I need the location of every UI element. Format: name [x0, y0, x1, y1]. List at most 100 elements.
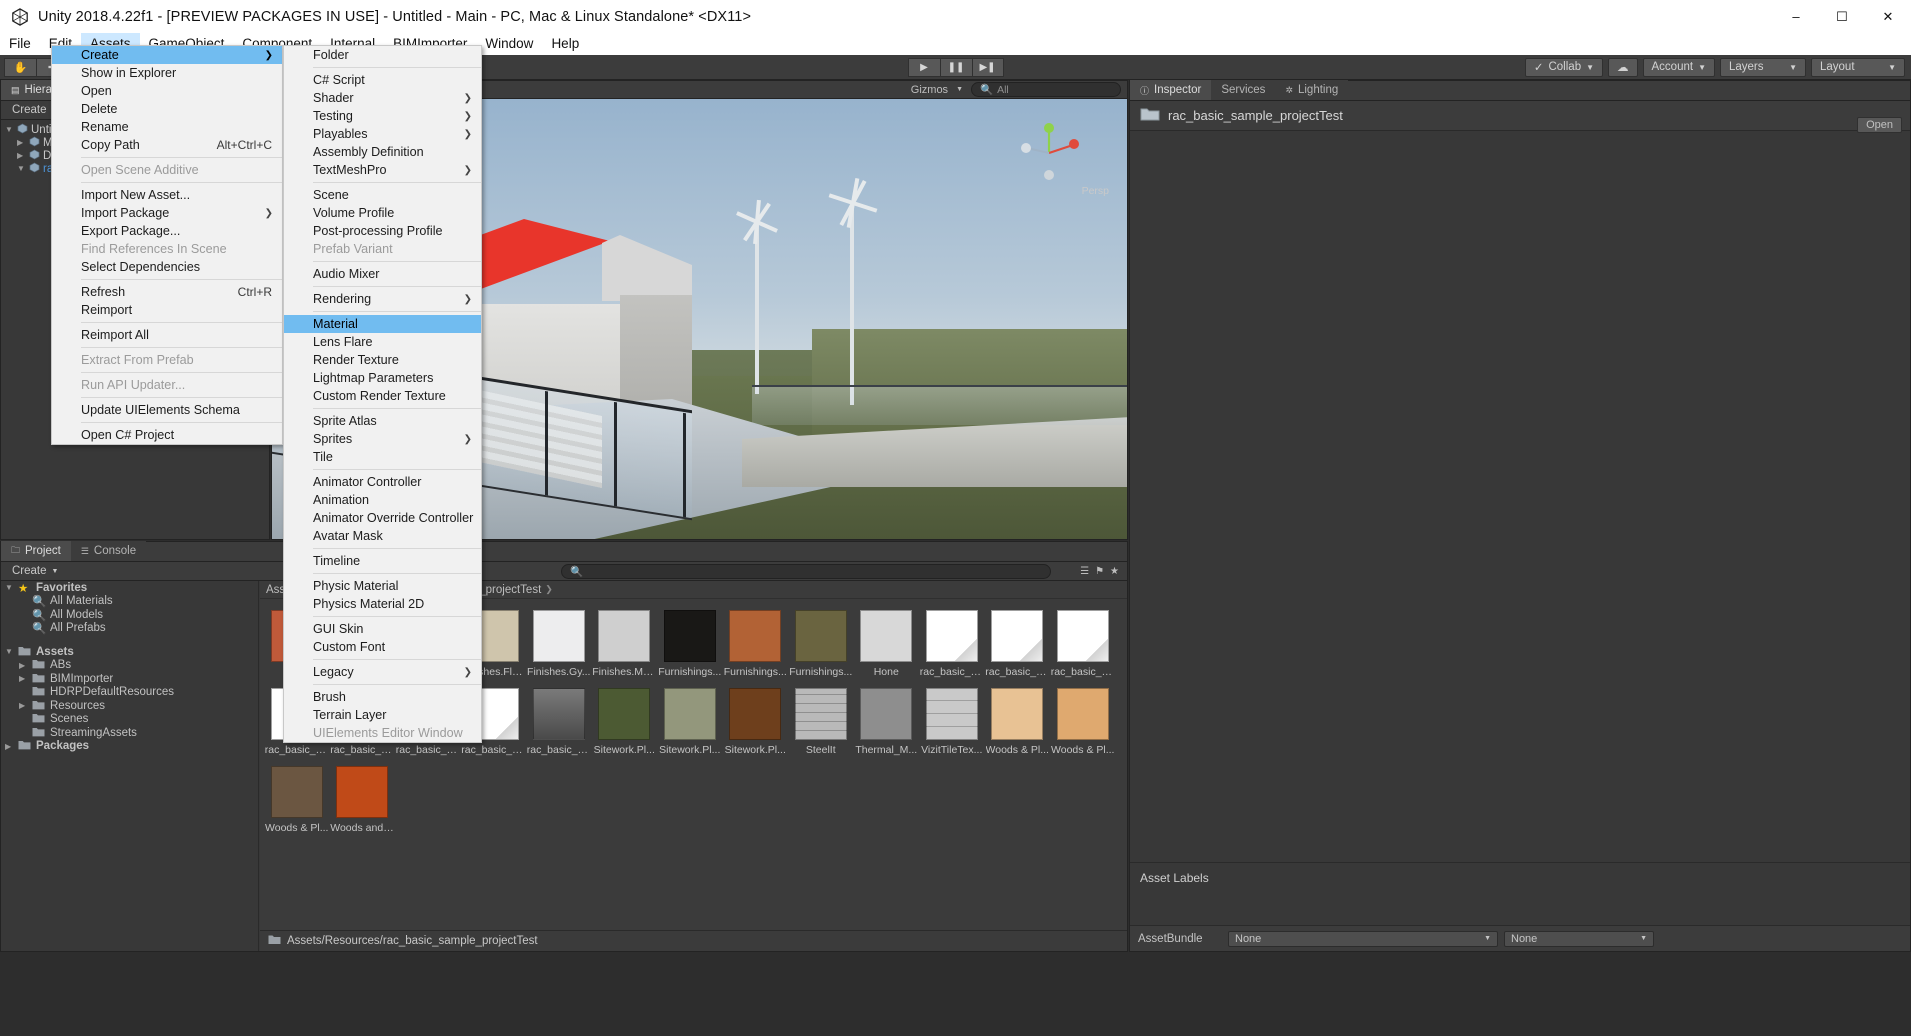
- layout-button[interactable]: Layout ▼: [1811, 58, 1905, 77]
- scene-search-input[interactable]: 🔍 All: [971, 82, 1121, 97]
- menu-item-select-dependencies[interactable]: Select Dependencies: [52, 258, 282, 276]
- project-tree-item-abs[interactable]: ▶ABs: [1, 659, 258, 673]
- chevron-right-icon[interactable]: ▶: [5, 742, 14, 751]
- project-tree-item-streamingassets[interactable]: StreamingAssets: [1, 726, 258, 740]
- asset-item[interactable]: Sitework.Pl...: [657, 684, 723, 756]
- menu-item-animation[interactable]: Animation: [284, 491, 481, 509]
- asset-item[interactable]: Sitework.Pl...: [592, 684, 658, 756]
- maximize-button[interactable]: ☐: [1819, 0, 1865, 33]
- minimize-button[interactable]: –: [1773, 0, 1819, 33]
- chevron-right-icon[interactable]: ▶: [19, 661, 28, 670]
- menu-item-refresh[interactable]: RefreshCtrl+R: [52, 283, 282, 301]
- asset-item[interactable]: Hone: [854, 606, 920, 678]
- asset-item[interactable]: SteelIt: [788, 684, 854, 756]
- layers-button[interactable]: Layers ▼: [1720, 58, 1806, 77]
- menu-item-sprites[interactable]: Sprites❯: [284, 430, 481, 448]
- menu-item-animator-controller[interactable]: Animator Controller: [284, 473, 481, 491]
- menu-item-c-script[interactable]: C# Script: [284, 71, 481, 89]
- favorite-icon[interactable]: ★: [1110, 566, 1119, 577]
- menu-item-render-texture[interactable]: Render Texture: [284, 351, 481, 369]
- asset-item[interactable]: rac_basic_s...: [526, 684, 592, 756]
- menu-item-reimport[interactable]: Reimport: [52, 301, 282, 319]
- menu-item-brush[interactable]: Brush: [284, 688, 481, 706]
- assetbundle-variant-select[interactable]: None ▼: [1504, 931, 1654, 947]
- filter-by-label-icon[interactable]: ⚑: [1095, 566, 1104, 577]
- menu-item-open-c-project[interactable]: Open C# Project: [52, 426, 282, 444]
- asset-item[interactable]: Finishes.Gy...: [526, 606, 592, 678]
- menu-item-volume-profile[interactable]: Volume Profile: [284, 204, 481, 222]
- menu-item-textmeshpro[interactable]: TextMeshPro❯: [284, 161, 481, 179]
- account-button[interactable]: Account ▼: [1643, 58, 1715, 77]
- menu-item-show-in-explorer[interactable]: Show in Explorer: [52, 64, 282, 82]
- asset-item[interactable]: Thermal_M...: [854, 684, 920, 756]
- menu-item-update-uielements-schema[interactable]: Update UIElements Schema: [52, 401, 282, 419]
- pause-button[interactable]: ❚❚: [940, 58, 972, 77]
- chevron-down-icon[interactable]: ▼: [5, 583, 14, 592]
- project-tree-item-resources[interactable]: ▶Resources: [1, 699, 258, 713]
- tab-inspector[interactable]: ⓘInspector: [1130, 80, 1211, 100]
- menu-item-export-package[interactable]: Export Package...: [52, 222, 282, 240]
- menu-item-import-package[interactable]: Import Package❯: [52, 204, 282, 222]
- asset-item[interactable]: rac_basic_s...: [919, 606, 985, 678]
- menu-item-rendering[interactable]: Rendering❯: [284, 290, 481, 308]
- menu-item-custom-render-texture[interactable]: Custom Render Texture: [284, 387, 481, 405]
- asset-item[interactable]: rac_basic_s...: [985, 606, 1051, 678]
- menu-item-physics-material-2d[interactable]: Physics Material 2D: [284, 595, 481, 613]
- collab-button[interactable]: ✓ Collab ▼: [1525, 58, 1603, 77]
- menu-item-terrain-layer[interactable]: Terrain Layer: [284, 706, 481, 724]
- project-tree-item-all-materials[interactable]: 🔍All Materials: [1, 595, 258, 609]
- menu-item-sprite-atlas[interactable]: Sprite Atlas: [284, 412, 481, 430]
- project-search-input[interactable]: 🔍: [561, 564, 1051, 579]
- close-button[interactable]: ✕: [1865, 0, 1911, 33]
- play-button[interactable]: ▶: [908, 58, 940, 77]
- asset-item[interactable]: Furnishings...: [788, 606, 854, 678]
- chevron-down-icon[interactable]: ▼: [17, 164, 26, 173]
- project-tree-item-assets[interactable]: ▼Assets: [1, 645, 258, 659]
- menu-item-rename[interactable]: Rename: [52, 118, 282, 136]
- cloud-button[interactable]: ☁: [1608, 58, 1638, 77]
- project-tree-item-favorites[interactable]: ▼★Favorites: [1, 581, 258, 595]
- asset-item[interactable]: Woods & Pl...: [264, 762, 330, 834]
- gizmos-dropdown[interactable]: Gizmos: [911, 84, 948, 96]
- menu-item-copy-path[interactable]: Copy PathAlt+Ctrl+C: [52, 136, 282, 154]
- menu-item-timeline[interactable]: Timeline: [284, 552, 481, 570]
- menu-item-import-new-asset[interactable]: Import New Asset...: [52, 186, 282, 204]
- asset-item[interactable]: Woods & Pl...: [985, 684, 1051, 756]
- menu-item-shader[interactable]: Shader❯: [284, 89, 481, 107]
- menu-item-lens-flare[interactable]: Lens Flare: [284, 333, 481, 351]
- menu-item-avatar-mask[interactable]: Avatar Mask: [284, 527, 481, 545]
- menu-item-playables[interactable]: Playables❯: [284, 125, 481, 143]
- open-button[interactable]: Open: [1857, 117, 1902, 133]
- menu-item-delete[interactable]: Delete: [52, 100, 282, 118]
- menubar-item-window[interactable]: Window: [476, 33, 542, 55]
- assetbundle-select[interactable]: None ▼: [1228, 931, 1498, 947]
- menu-item-assembly-definition[interactable]: Assembly Definition: [284, 143, 481, 161]
- menubar-item-help[interactable]: Help: [542, 33, 588, 55]
- menu-item-physic-material[interactable]: Physic Material: [284, 577, 481, 595]
- assets-dropdown-menu[interactable]: Create❯Show in ExplorerOpenDeleteRenameC…: [51, 45, 283, 445]
- asset-item[interactable]: rac_basic_s...: [1050, 606, 1116, 678]
- tab-project[interactable]: 🗀Project: [1, 541, 71, 561]
- asset-item[interactable]: Furnishings...: [723, 606, 789, 678]
- hand-tool-icon[interactable]: ✋: [4, 58, 36, 77]
- menu-item-testing[interactable]: Testing❯: [284, 107, 481, 125]
- chevron-right-icon[interactable]: ▶: [19, 674, 28, 683]
- project-tree[interactable]: ▼★Favorites🔍All Materials🔍All Models🔍All…: [1, 581, 259, 951]
- filter-by-type-icon[interactable]: ☰: [1080, 566, 1089, 577]
- chevron-right-icon[interactable]: ▶: [17, 138, 26, 147]
- menu-item-legacy[interactable]: Legacy❯: [284, 663, 481, 681]
- asset-item[interactable]: Finishes.Ma...: [592, 606, 658, 678]
- project-create-button[interactable]: Create ▼: [5, 564, 65, 578]
- chevron-right-icon[interactable]: ▶: [17, 151, 26, 160]
- asset-item[interactable]: Woods & Pl...: [1050, 684, 1116, 756]
- scene-orientation-gizmo[interactable]: [1017, 121, 1081, 185]
- menu-item-scene[interactable]: Scene: [284, 186, 481, 204]
- project-tree-item-all-models[interactable]: 🔍All Models: [1, 608, 258, 622]
- menu-item-audio-mixer[interactable]: Audio Mixer: [284, 265, 481, 283]
- menu-item-animator-override-controller[interactable]: Animator Override Controller: [284, 509, 481, 527]
- menu-item-folder[interactable]: Folder: [284, 46, 481, 64]
- project-tree-item-all-prefabs[interactable]: 🔍All Prefabs: [1, 622, 258, 636]
- chevron-right-icon[interactable]: ▶: [19, 701, 28, 710]
- menu-item-custom-font[interactable]: Custom Font: [284, 638, 481, 656]
- menu-item-material[interactable]: Material: [284, 315, 481, 333]
